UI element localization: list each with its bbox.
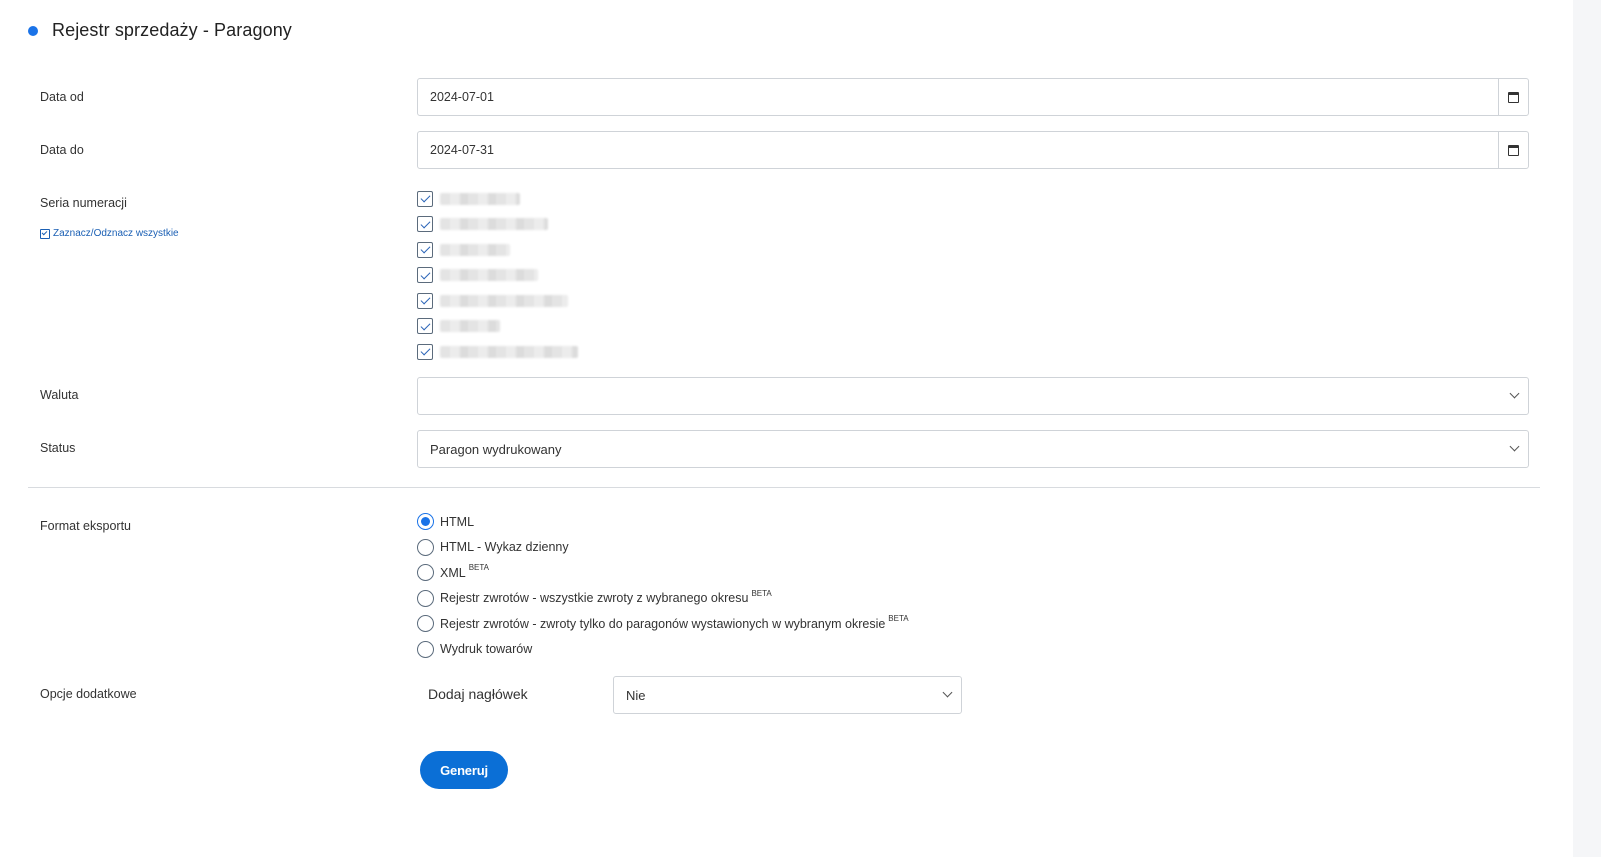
date-to-calendar-button[interactable] [1498,132,1528,168]
export-format-option-label: Wydruk towarów [440,642,533,657]
export-format-radio[interactable] [417,538,434,556]
export-format-option-label: HTML - Wykaz dzienny [440,540,569,555]
status-value: Paragon wydrukowany [430,442,562,457]
chevron-down-icon [1509,441,1520,452]
series-name-redacted [440,345,578,358]
status-label: Status [40,441,76,455]
series-checkbox[interactable] [417,241,433,258]
date-to-value: 2024-07-31 [430,143,494,157]
beta-badge: BETA [468,563,490,573]
export-format-option-label: XML [440,565,466,580]
beta-badge: BETA [751,588,772,598]
series-checkbox[interactable] [417,267,433,284]
series-checkbox[interactable] [417,292,433,309]
extra-options-label: Opcje dodatkowe [40,687,137,701]
beta-badge: BETA [888,614,909,624]
series-name-redacted [440,269,538,282]
chevron-down-icon [1509,388,1520,399]
date-from-calendar-button[interactable] [1498,79,1528,115]
toggle-all-series-link[interactable]: Zaznacz/Odznacz wszystkie [40,228,179,239]
add-header-select[interactable]: Nie [613,676,962,714]
export-format-option[interactable]: HTML - Wykaz dzienny [417,535,909,561]
export-format-option[interactable]: XML BETA [417,560,909,586]
report-card: Rejestr sprzedaży - Paragony Data od 202… [0,0,1573,857]
date-from-label: Data od [40,90,84,104]
series-name-redacted [440,294,568,307]
export-format-options: HTML HTML - Wykaz dzienny XML BETA Rejestr z… [417,509,909,662]
series-checkbox[interactable] [417,190,433,207]
checkbox-icon [40,228,50,239]
export-format-radio[interactable] [417,615,434,633]
date-from-input[interactable]: 2024-07-01 [417,78,1529,116]
series-checkbox[interactable] [417,343,433,360]
export-format-option-label: Rejestr zwrotów - zwroty tylko do parago… [440,616,886,631]
currency-select[interactable] [417,377,1529,415]
series-item[interactable] [417,212,578,238]
series-name-redacted [440,192,520,205]
generate-button[interactable]: Generuj [420,751,508,789]
currency-label: Waluta [40,388,79,402]
export-format-option-label: HTML [440,514,475,529]
export-format-option-label: Rejestr zwrotów - wszystkie zwroty z wyb… [440,591,749,606]
series-checkbox[interactable] [417,318,433,335]
export-format-option[interactable]: Rejestr zwrotów - zwroty tylko do parago… [417,611,909,637]
export-format-radio[interactable] [417,589,434,607]
export-format-radio[interactable] [417,640,434,658]
calendar-icon [1508,91,1519,103]
series-list [417,186,578,365]
section-divider [28,487,1540,488]
calendar-icon [1508,144,1519,156]
date-to-input[interactable]: 2024-07-31 [417,131,1529,169]
add-header-value: Nie [626,688,646,703]
date-to-label: Data do [40,143,84,157]
series-item[interactable] [417,288,578,314]
series-item[interactable] [417,339,578,365]
page-header: Rejestr sprzedaży - Paragony [28,20,292,41]
export-format-radio[interactable] [417,564,434,582]
date-from-value: 2024-07-01 [430,90,494,104]
page-title: Rejestr sprzedaży - Paragony [52,20,292,40]
export-format-option[interactable]: Wydruk towarów [417,637,909,663]
export-format-option[interactable]: HTML [417,509,909,535]
status-select[interactable]: Paragon wydrukowany [417,430,1529,468]
export-format-option[interactable]: Rejestr zwrotów - wszystkie zwroty z wyb… [417,586,909,612]
series-label: Seria numeracji [40,196,127,210]
series-name-redacted [440,320,500,333]
chevron-down-icon [942,687,953,698]
toggle-all-label: Zaznacz/Odznacz wszystkie [53,228,179,239]
title-dot-icon [28,25,38,36]
add-header-label: Dodaj nagłówek [428,686,528,702]
export-format-radio[interactable] [417,513,434,531]
series-item[interactable] [417,314,578,340]
series-name-redacted [440,218,548,231]
series-checkbox[interactable] [417,216,433,233]
series-item[interactable] [417,263,578,289]
series-item[interactable] [417,186,578,212]
export-format-label: Format eksportu [40,519,132,533]
series-item[interactable] [417,237,578,263]
series-name-redacted [440,243,510,256]
